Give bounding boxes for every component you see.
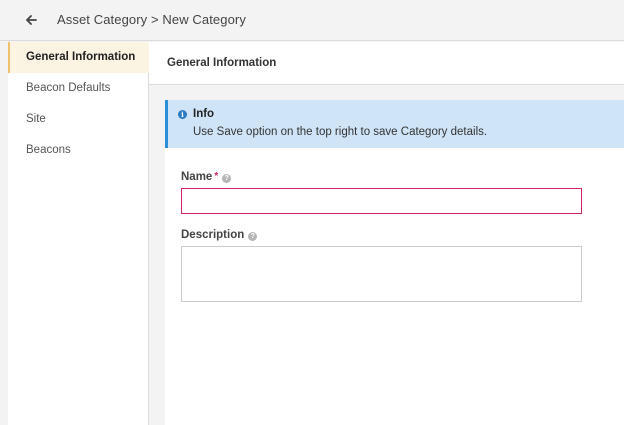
description-input[interactable] (181, 246, 582, 302)
info-icon: i (178, 110, 187, 119)
main-panel: General Information i Info Use Save opti… (149, 42, 624, 425)
required-mark: * (214, 171, 219, 182)
sidebar-item-site[interactable]: Site (8, 104, 149, 135)
back-button[interactable] (22, 11, 40, 29)
panel-title: General Information (167, 57, 277, 69)
info-title: Info (193, 108, 215, 120)
panel-header: General Information (149, 42, 624, 85)
description-label-text: Description (181, 229, 245, 241)
name-label: Name *? (181, 171, 232, 183)
sidebar-item-beacons[interactable]: Beacons (8, 135, 149, 166)
description-label: Description? (181, 229, 258, 241)
sidebar-item-general-information[interactable]: General Information (8, 42, 149, 73)
name-label-text: Name (181, 171, 213, 183)
name-input[interactable] (181, 188, 582, 214)
form-content: i Info Use Save option on the top right … (165, 100, 624, 425)
info-text: Use Save option on the top right to save… (193, 126, 488, 138)
breadcrumb: Asset Category > New Category (57, 12, 246, 27)
question-icon[interactable]: ? (248, 232, 258, 241)
question-icon[interactable]: ? (222, 174, 232, 183)
sidebar: General Information Beacon Defaults Site… (8, 42, 149, 425)
arrow-left-icon (25, 15, 37, 25)
sidebar-item-beacon-defaults[interactable]: Beacon Defaults (8, 73, 149, 104)
info-banner: i Info Use Save option on the top right … (165, 100, 624, 148)
top-header: Asset Category > New Category (0, 0, 624, 41)
